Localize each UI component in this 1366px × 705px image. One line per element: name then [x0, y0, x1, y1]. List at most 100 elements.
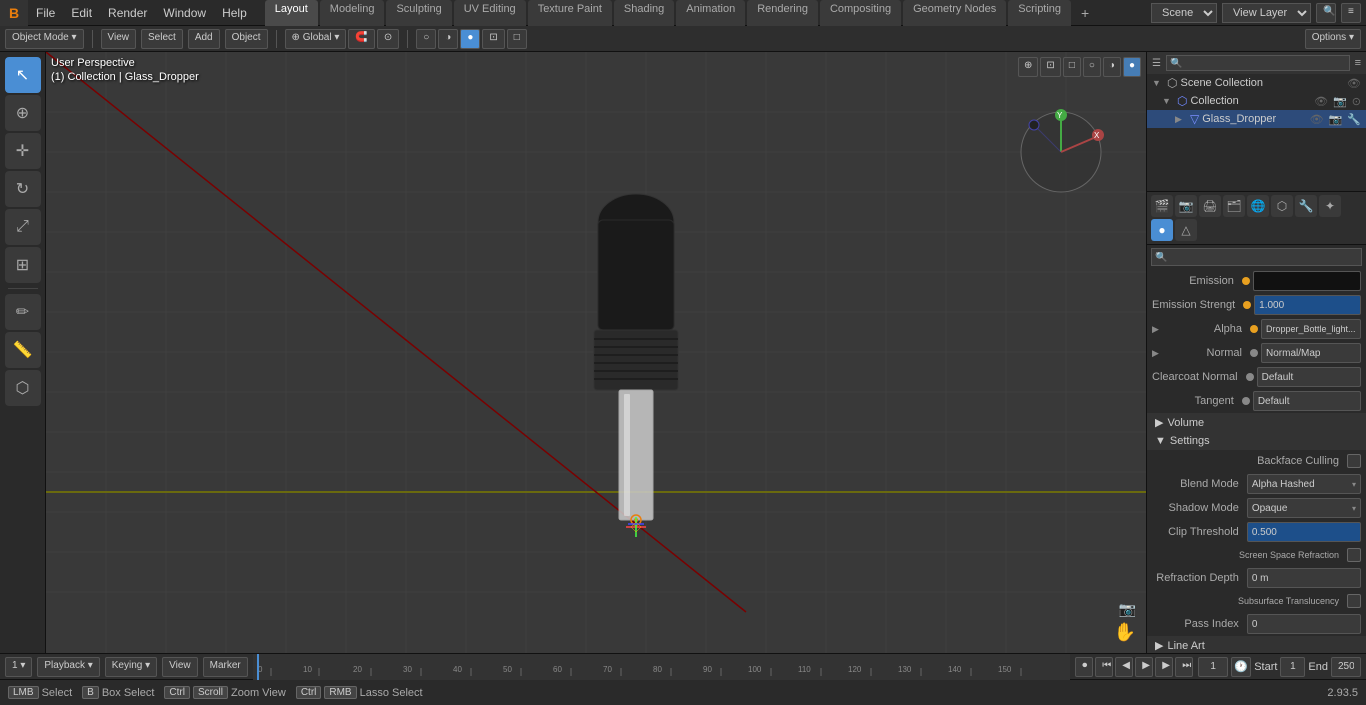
add-workspace-button[interactable]: + — [1073, 0, 1097, 26]
shadow-mode-dropdown[interactable]: Opaque ▾ — [1247, 498, 1361, 518]
select-menu[interactable]: Select — [141, 29, 183, 49]
tab-shading[interactable]: Shading — [614, 0, 674, 26]
viewport-xray-toggle[interactable]: □ — [1063, 57, 1081, 77]
menu-window[interactable]: Window — [155, 0, 214, 26]
tab-animation[interactable]: Animation — [676, 0, 745, 26]
screen-space-refraction-checkbox[interactable] — [1347, 548, 1361, 562]
keying-menu-button[interactable]: Keying ▾ — [105, 657, 157, 677]
add-menu[interactable]: Add — [188, 29, 220, 49]
viewport-shading-solid-btn[interactable]: ○ — [1083, 57, 1101, 77]
refraction-depth-value[interactable]: 0 m — [1247, 568, 1361, 588]
menu-file[interactable]: File — [28, 0, 63, 26]
alpha-value[interactable]: Dropper_Bottle_light... — [1261, 319, 1361, 339]
menu-edit[interactable]: Edit — [63, 0, 100, 26]
emission-color-swatch[interactable] — [1253, 271, 1361, 291]
tab-layout[interactable]: Layout — [265, 0, 318, 26]
object-eye-icon[interactable]: 👁 — [1310, 113, 1324, 126]
tool-select[interactable]: ↖ — [5, 57, 41, 93]
outliner-collection[interactable]: ▼ ⬡ Collection 👁 📷 ⊙ — [1147, 92, 1366, 110]
viewport-overlay[interactable]: ⊡ — [482, 29, 504, 49]
clearcoat-normal-value[interactable]: Default — [1257, 367, 1361, 387]
emission-strength-value[interactable]: 1.000 — [1254, 295, 1361, 315]
prop-material-icon[interactable]: ● — [1151, 219, 1173, 241]
tab-sculpting[interactable]: Sculpting — [386, 0, 451, 26]
prop-particles-icon[interactable]: ✦ — [1319, 195, 1341, 217]
blender-logo[interactable]: B — [0, 0, 28, 26]
object-expand[interactable]: ▶ — [1175, 114, 1187, 125]
menu-render[interactable]: Render — [100, 0, 155, 26]
settings-section-header[interactable]: ▼ Settings — [1147, 432, 1366, 450]
tool-scale[interactable]: ⤢ — [5, 209, 41, 245]
jump-start-button[interactable]: ⏮ — [1095, 657, 1113, 677]
scene-collection-expand[interactable]: ▼ — [1152, 78, 1164, 88]
timeline-ruler[interactable]: 0 10 20 30 40 50 60 70 80 — [253, 654, 1070, 680]
frame-clock-icon[interactable]: 🕐 — [1231, 657, 1251, 677]
tab-compositing[interactable]: Compositing — [820, 0, 901, 26]
filter-button[interactable]: ≡ — [1341, 3, 1361, 23]
proportional-edit[interactable]: ⊙ — [377, 29, 399, 49]
viewport-shading-render-btn[interactable]: ● — [1123, 57, 1141, 77]
prop-render-icon[interactable]: 📷 — [1175, 195, 1197, 217]
prev-frame-button[interactable]: ◀ — [1115, 657, 1133, 677]
prop-modifier-icon[interactable]: 🔧 — [1295, 195, 1317, 217]
tool-measure[interactable]: 📏 — [5, 332, 41, 368]
object-render-icon[interactable]: 📷 — [1329, 113, 1343, 126]
prop-object-icon[interactable]: ⬡ — [1271, 195, 1293, 217]
tool-add-cube[interactable]: ⬡ — [5, 370, 41, 406]
prop-world-icon[interactable]: 🌐 — [1247, 195, 1269, 217]
menu-help[interactable]: Help — [214, 0, 255, 26]
scene-eye-icon[interactable]: 👁 — [1347, 77, 1361, 90]
scene-selector[interactable]: Scene — [1151, 3, 1217, 23]
playback-menu-button[interactable]: Playback ▾ — [37, 657, 99, 677]
next-frame-button[interactable]: ▶ — [1155, 657, 1173, 677]
tool-annotate[interactable]: ✏ — [5, 294, 41, 330]
tool-move[interactable]: ✛ — [5, 133, 41, 169]
tab-texture-paint[interactable]: Texture Paint — [528, 0, 612, 26]
line-art-section-header[interactable]: ▶ Line Art — [1147, 636, 1366, 653]
view-layer-selector[interactable]: View Layer — [1222, 3, 1311, 23]
collection-eye-icon[interactable]: 👁 — [1314, 95, 1328, 108]
viewport-shading-solid[interactable]: ○ — [416, 29, 436, 49]
play-button[interactable]: ▶ — [1135, 657, 1153, 677]
tab-geometry-nodes[interactable]: Geometry Nodes — [903, 0, 1006, 26]
tab-uv-editing[interactable]: UV Editing — [454, 0, 526, 26]
viewport[interactable]: User Perspective (1) Collection | Glass_… — [46, 52, 1146, 653]
outliner-filter-icon[interactable]: ≡ — [1355, 57, 1361, 69]
collection-exclude-icon[interactable]: ⊙ — [1352, 95, 1361, 108]
outliner-glass-dropper[interactable]: ▶ ▽ Glass_Dropper 👁 📷 🔧 — [1147, 110, 1366, 128]
collection-expand[interactable]: ▼ — [1162, 96, 1174, 106]
xray-toggle[interactable]: □ — [507, 29, 527, 49]
viewport-gizmo-toggle[interactable]: ⊕ — [1018, 57, 1038, 77]
search-button[interactable]: 🔍 — [1316, 3, 1336, 23]
prop-data-icon[interactable]: △ — [1175, 219, 1197, 241]
blend-mode-dropdown[interactable]: Alpha Hashed ▾ — [1247, 474, 1361, 494]
outliner-search[interactable] — [1166, 55, 1350, 71]
tangent-value[interactable]: Default — [1253, 391, 1361, 411]
current-frame-input[interactable] — [1198, 657, 1228, 677]
prop-view-layer-icon[interactable]: 🗂 — [1223, 195, 1245, 217]
object-menu[interactable]: Object — [225, 29, 268, 49]
viewport-overlay-toggle[interactable]: ⊡ — [1040, 57, 1060, 77]
record-button[interactable]: ⏺ — [1075, 657, 1093, 677]
snap-button[interactable]: 🧲 — [348, 29, 374, 49]
subsurface-translucency-checkbox[interactable] — [1347, 594, 1361, 608]
outliner-scene-collection[interactable]: ▼ ⬡ Scene Collection 👁 — [1147, 74, 1366, 92]
jump-end-button[interactable]: ⏭ — [1175, 657, 1193, 677]
navigation-gizmo[interactable]: Y X — [1016, 107, 1106, 197]
object-mode-selector[interactable]: Object Mode ▾ — [5, 29, 84, 49]
marker-menu-button[interactable]: Marker — [203, 657, 248, 677]
playback-dropdown[interactable]: 1 ▾ — [5, 657, 32, 677]
prop-output-icon[interactable]: 🖨 — [1199, 195, 1221, 217]
collection-render-icon[interactable]: 📷 — [1333, 95, 1347, 108]
viewport-shading-render[interactable]: ● — [460, 29, 480, 49]
pass-index-value[interactable]: 0 — [1247, 614, 1361, 634]
viewport-shading-material[interactable]: ◑ — [438, 29, 458, 49]
backface-culling-checkbox[interactable] — [1347, 454, 1361, 468]
view-menu-button[interactable]: View — [162, 657, 198, 677]
transform-selector[interactable]: ⊕ Global ▾ — [285, 29, 347, 49]
viewport-shading-material-btn[interactable]: ◑ — [1103, 57, 1121, 77]
tab-rendering[interactable]: Rendering — [747, 0, 818, 26]
volume-section-header[interactable]: ▶ Volume — [1147, 413, 1366, 432]
properties-search[interactable] — [1151, 248, 1362, 266]
end-frame-input[interactable] — [1331, 657, 1361, 677]
